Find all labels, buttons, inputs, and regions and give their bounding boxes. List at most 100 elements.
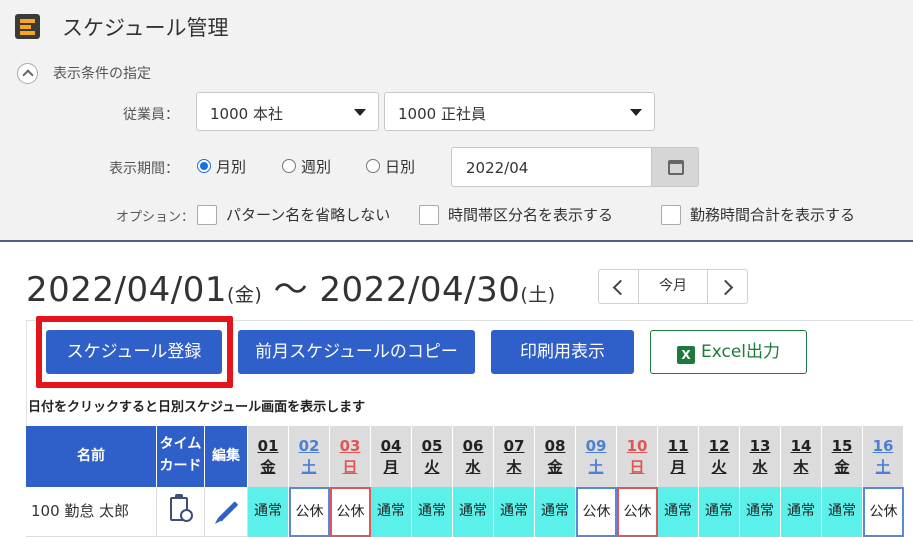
schedule-cell[interactable]: 公休	[617, 487, 658, 537]
header-timecard-line2: カード	[159, 458, 202, 474]
day-number: 14	[790, 437, 812, 455]
day-header[interactable]: 08 金	[535, 426, 576, 487]
schedule-cell[interactable]: 通常	[412, 487, 453, 537]
day-header[interactable]: 06 水	[453, 426, 494, 487]
schedule-cell[interactable]: 通常	[453, 487, 494, 537]
edit-button[interactable]	[205, 487, 248, 537]
day-header[interactable]: 04 月	[371, 426, 412, 487]
schedule-cell[interactable]: 通常	[699, 487, 740, 537]
day-number: 07	[503, 437, 525, 455]
header-timecard-line1: タイム	[159, 436, 202, 452]
range-start-weekday: (金)	[226, 284, 263, 306]
day-number: 15	[831, 437, 853, 455]
this-month-button[interactable]: 今月	[640, 270, 706, 303]
excel-export-label: Excel出力	[700, 342, 781, 362]
calendar-button[interactable]	[651, 147, 699, 187]
caret-down-icon	[354, 109, 366, 116]
page-title: スケジュール管理	[62, 16, 229, 40]
day-number: 01	[257, 437, 279, 455]
checkbox-icon	[197, 205, 217, 225]
employee-name: 100 勤怠 太郎	[26, 487, 157, 537]
range-end: 2022/04/30	[319, 270, 521, 310]
title-bar: スケジュール管理	[0, 0, 913, 50]
day-header[interactable]: 09 土	[576, 426, 617, 487]
period-radio-week[interactable]: 週別	[282, 156, 331, 177]
month-input[interactable]: 2022/04	[451, 147, 652, 187]
schedule-cell[interactable]: 公休	[863, 487, 904, 537]
day-weekday: 月	[383, 458, 399, 476]
day-header[interactable]: 07 木	[494, 426, 535, 487]
day-weekday: 月	[670, 458, 686, 476]
copy-previous-month-button[interactable]: 前月スケジュールのコピー	[238, 330, 475, 374]
header-edit: 編集	[205, 426, 248, 487]
day-header[interactable]: 11 月	[658, 426, 699, 487]
schedule-cell[interactable]: 通常	[658, 487, 699, 537]
range-start: 2022/04/01	[26, 270, 227, 310]
schedule-cell[interactable]: 通常	[248, 487, 289, 537]
timecard-button[interactable]	[157, 487, 205, 537]
schedule-cell[interactable]: 通常	[535, 487, 576, 537]
pencil-icon	[217, 501, 239, 522]
day-weekday: 土	[301, 458, 317, 476]
employee-select[interactable]: 1000 本社	[196, 92, 379, 131]
day-weekday: 火	[711, 458, 727, 476]
radio-unselected-icon	[366, 159, 380, 173]
day-header[interactable]: 13 水	[740, 426, 781, 487]
employee-label: 従業員：	[123, 107, 179, 123]
excel-icon: X	[676, 346, 695, 364]
day-weekday: 木	[506, 458, 522, 476]
calendar-icon	[668, 160, 684, 175]
schedule-cell[interactable]: 公休	[576, 487, 617, 537]
month-pager: 今月	[598, 269, 748, 304]
schedule-cell[interactable]: 通常	[494, 487, 535, 537]
day-header[interactable]: 03 日	[330, 426, 371, 487]
day-weekday: 火	[424, 458, 440, 476]
header-name: 名前	[26, 426, 157, 487]
range-end-weekday: (土)	[520, 284, 556, 306]
day-header[interactable]: 15 金	[822, 426, 863, 487]
day-number: 03	[339, 437, 361, 455]
employment-type-select-value: 1000 正社員	[398, 105, 486, 123]
schedule-cell[interactable]: 通常	[740, 487, 781, 537]
option-checkbox-work-hours-total[interactable]: 勤務時間合計を表示する	[661, 205, 855, 225]
collapse-chevron-up-icon[interactable]	[17, 63, 38, 84]
day-header[interactable]: 14 木	[781, 426, 822, 487]
period-radio-day[interactable]: 日別	[366, 156, 415, 177]
option-checkbox-timezone-name[interactable]: 時間帯区分名を表示する	[419, 205, 613, 225]
period-radio-month[interactable]: 月別	[197, 156, 246, 177]
day-number: 10	[626, 437, 648, 455]
employment-type-select[interactable]: 1000 正社員	[384, 92, 655, 131]
period-label: 表示期間：	[109, 161, 179, 177]
radio-selected-icon	[197, 159, 211, 173]
option-checkbox-label: 勤務時間合計を表示する	[690, 206, 856, 224]
day-weekday: 金	[547, 458, 563, 476]
chevron-right-icon[interactable]	[707, 270, 747, 303]
day-number: 04	[380, 437, 402, 455]
day-header[interactable]: 05 火	[412, 426, 453, 487]
date-range: 2022/04/01(金) 〜 2022/04/30(土)	[26, 262, 556, 311]
day-header[interactable]: 16 土	[863, 426, 904, 487]
schedule-cell[interactable]: 通常	[371, 487, 412, 537]
day-header[interactable]: 10 日	[617, 426, 658, 487]
schedule-cell[interactable]: 公休	[330, 487, 371, 537]
print-view-button[interactable]: 印刷用表示	[491, 330, 634, 374]
header-timecard: タイム カード	[157, 426, 205, 487]
day-number: 08	[544, 437, 566, 455]
schedule-cell[interactable]: 公休	[289, 487, 330, 537]
day-weekday: 土	[588, 458, 604, 476]
schedule-cell[interactable]: 通常	[822, 487, 863, 537]
checkbox-icon	[419, 205, 439, 225]
chevron-left-icon[interactable]	[599, 270, 639, 303]
schedule-cell[interactable]: 通常	[781, 487, 822, 537]
excel-export-button[interactable]: X Excel出力	[650, 330, 807, 374]
day-number: 02	[298, 437, 320, 455]
option-checkbox-pattern-name[interactable]: パターン名を省略しない	[197, 205, 390, 225]
period-radio-label: 日別	[385, 158, 416, 176]
day-header[interactable]: 02 土	[289, 426, 330, 487]
day-number: 05	[421, 437, 443, 455]
day-weekday: 日	[342, 458, 358, 476]
day-header[interactable]: 12 火	[699, 426, 740, 487]
checkbox-icon	[661, 205, 681, 225]
filter-heading: 表示条件の指定	[53, 66, 151, 82]
day-header[interactable]: 01 金	[248, 426, 289, 487]
